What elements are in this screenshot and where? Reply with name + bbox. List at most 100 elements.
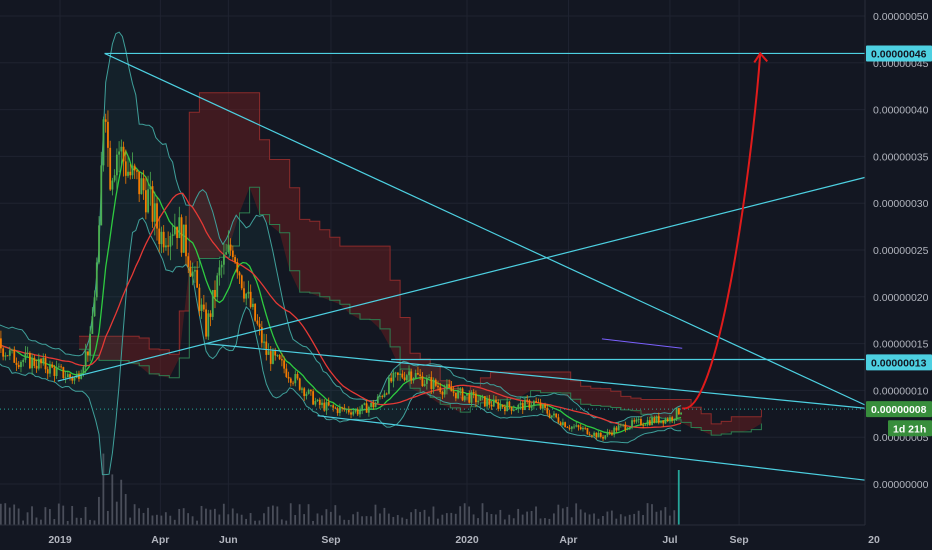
candle-body[interactable] bbox=[93, 297, 96, 317]
candle-body[interactable] bbox=[524, 399, 526, 411]
candle-body[interactable] bbox=[595, 432, 598, 438]
candle-body[interactable] bbox=[20, 361, 22, 368]
candle-body[interactable] bbox=[127, 171, 129, 176]
candle-body[interactable] bbox=[236, 262, 239, 273]
candle-body[interactable] bbox=[508, 401, 511, 407]
candle-body[interactable] bbox=[443, 389, 446, 395]
candle-body[interactable] bbox=[669, 417, 671, 422]
candle-body[interactable] bbox=[521, 402, 524, 411]
candle-body[interactable] bbox=[408, 371, 410, 376]
candle-body[interactable] bbox=[379, 396, 381, 397]
candle-body[interactable] bbox=[209, 313, 212, 317]
candle-body[interactable] bbox=[307, 389, 310, 394]
candle-body[interactable] bbox=[359, 410, 361, 415]
candle-body[interactable] bbox=[501, 404, 504, 407]
candle-body[interactable] bbox=[459, 388, 462, 391]
candle-body[interactable] bbox=[8, 350, 11, 356]
candle-body[interactable] bbox=[640, 419, 642, 426]
candle-body[interactable] bbox=[622, 424, 625, 426]
candle-body[interactable] bbox=[441, 392, 444, 395]
candle-body[interactable] bbox=[624, 424, 627, 430]
candle-body[interactable] bbox=[461, 388, 464, 401]
candle-body[interactable] bbox=[597, 432, 600, 438]
candle-body[interactable] bbox=[631, 420, 633, 428]
candle-body[interactable] bbox=[2, 348, 5, 357]
candle-body[interactable] bbox=[519, 402, 522, 406]
candle-body[interactable] bbox=[124, 161, 127, 176]
candle-body[interactable] bbox=[33, 357, 36, 366]
candle-body[interactable] bbox=[450, 386, 453, 392]
candle-body[interactable] bbox=[303, 388, 306, 397]
candle-body[interactable] bbox=[430, 377, 433, 389]
candle-body[interactable] bbox=[414, 373, 417, 379]
candle-body[interactable] bbox=[142, 178, 145, 191]
candle-body[interactable] bbox=[372, 402, 375, 408]
candle-body[interactable] bbox=[272, 350, 274, 364]
candle-body[interactable] bbox=[131, 165, 134, 176]
candle-body[interactable] bbox=[657, 416, 660, 423]
candle-body[interactable] bbox=[570, 426, 573, 429]
candle-body[interactable] bbox=[517, 405, 520, 410]
candle-body[interactable] bbox=[113, 175, 116, 181]
candle-body[interactable] bbox=[202, 304, 205, 310]
candle-body[interactable] bbox=[568, 427, 571, 429]
candle-body[interactable] bbox=[294, 374, 297, 384]
candle-body[interactable] bbox=[28, 352, 31, 369]
candle-body[interactable] bbox=[499, 404, 502, 409]
candle-body[interactable] bbox=[278, 355, 281, 360]
candle-body[interactable] bbox=[332, 405, 335, 408]
candle-body[interactable] bbox=[178, 217, 181, 239]
candle-body[interactable] bbox=[321, 402, 323, 405]
candle-body[interactable] bbox=[231, 250, 234, 258]
candle-body[interactable] bbox=[60, 366, 63, 368]
candle-body[interactable] bbox=[185, 224, 187, 257]
candle-body[interactable] bbox=[448, 384, 451, 387]
candle-body[interactable] bbox=[249, 291, 252, 308]
candle-body[interactable] bbox=[637, 419, 640, 420]
candle-body[interactable] bbox=[11, 349, 13, 351]
candle-body[interactable] bbox=[651, 417, 654, 425]
candle-body[interactable] bbox=[138, 171, 141, 195]
candle-body[interactable] bbox=[582, 427, 584, 430]
candle-body[interactable] bbox=[619, 424, 622, 426]
candle-body[interactable] bbox=[566, 427, 569, 428]
candle-body[interactable] bbox=[15, 362, 18, 365]
candle-body[interactable] bbox=[102, 119, 105, 166]
candle-body[interactable] bbox=[475, 393, 477, 403]
candle-body[interactable] bbox=[454, 392, 457, 399]
candle-body[interactable] bbox=[312, 391, 315, 405]
candle-body[interactable] bbox=[347, 409, 350, 413]
candle-body[interactable] bbox=[483, 396, 486, 407]
candle-body[interactable] bbox=[334, 407, 337, 409]
candle-body[interactable] bbox=[24, 353, 27, 360]
candle-body[interactable] bbox=[506, 401, 509, 412]
candle-body[interactable] bbox=[316, 399, 319, 402]
candle-body[interactable] bbox=[104, 119, 107, 122]
candle-body[interactable] bbox=[162, 231, 165, 248]
candle-body[interactable] bbox=[42, 357, 45, 364]
candle-body[interactable] bbox=[256, 320, 259, 324]
candle-body[interactable] bbox=[528, 400, 531, 408]
candle-body[interactable] bbox=[227, 244, 230, 253]
candle-body[interactable] bbox=[584, 427, 587, 429]
candle-body[interactable] bbox=[176, 226, 178, 239]
candle-body[interactable] bbox=[481, 396, 484, 397]
candle-body[interactable] bbox=[664, 418, 667, 424]
candle-body[interactable] bbox=[363, 403, 366, 405]
candle-body[interactable] bbox=[385, 393, 388, 395]
candle-body[interactable] bbox=[446, 384, 448, 390]
candle-body[interactable] bbox=[396, 372, 399, 375]
candle-body[interactable] bbox=[318, 399, 321, 405]
candle-body[interactable] bbox=[187, 256, 190, 267]
candle-body[interactable] bbox=[677, 408, 680, 415]
candle-body[interactable] bbox=[675, 408, 678, 419]
candle-body[interactable] bbox=[254, 303, 257, 321]
candle-body[interactable] bbox=[495, 399, 497, 403]
candle-body[interactable] bbox=[604, 435, 607, 439]
candle-body[interactable] bbox=[283, 360, 286, 369]
candle-body[interactable] bbox=[662, 420, 665, 424]
candle-body[interactable] bbox=[388, 377, 390, 394]
candle-body[interactable] bbox=[561, 422, 564, 426]
candle-body[interactable] bbox=[575, 425, 578, 427]
candle-body[interactable] bbox=[644, 424, 647, 426]
